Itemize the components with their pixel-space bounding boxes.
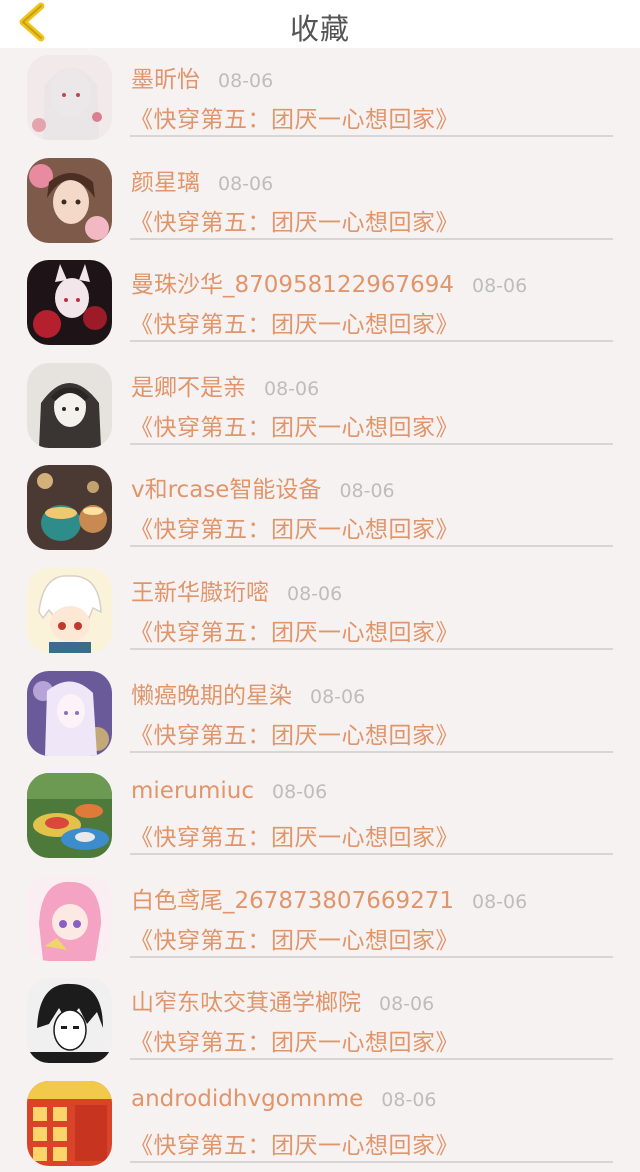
divider [130, 237, 613, 240]
divider [130, 1160, 613, 1163]
list-item[interactable]: 曼珠沙华_870958122967694 08-06 《快穿第五：团厌一心想回家… [0, 253, 640, 356]
favorite-date: 08-06 [472, 890, 528, 913]
book-title[interactable]: 《快穿第五：团厌一心想回家》 [130, 408, 459, 442]
avatar[interactable] [27, 773, 112, 859]
avatar[interactable] [27, 157, 112, 243]
user-name: 曼珠沙华_870958122967694 [131, 272, 454, 299]
favorites-list: 墨昕怡 08-06 《快穿第五：团厌一心想回家》 颜星璃 08-06 《快穿第五… [0, 48, 640, 1172]
user-name: 王新华臌珩嘧 [131, 579, 269, 606]
book-title[interactable]: 《快穿第五：团厌一心想回家》 [130, 716, 459, 750]
list-item[interactable]: 山窄东呔交萁通学榔院 08-06 《快穿第五：团厌一心想回家》 [0, 971, 640, 1074]
list-item[interactable]: 颜星璃 08-06 《快穿第五：团厌一心想回家》 [0, 151, 640, 254]
avatar[interactable] [27, 1080, 112, 1166]
divider [130, 135, 613, 137]
avatar[interactable] [27, 567, 112, 653]
book-title[interactable]: 《快穿第五：团厌一心想回家》 [130, 203, 459, 237]
divider [130, 1058, 613, 1061]
list-item[interactable]: androdidhvgomnme 08-06 《快穿第五：团厌一心想回家》 [0, 1074, 640, 1172]
page-title: 收藏 [289, 12, 350, 46]
avatar[interactable] [27, 670, 112, 756]
favorite-date: 08-06 [272, 781, 328, 804]
book-title[interactable]: 《快穿第五：团厌一心想回家》 [130, 1126, 459, 1160]
book-title[interactable]: 《快穿第五：团厌一心想回家》 [130, 1023, 459, 1057]
list-item[interactable]: 是卿不是亲 08-06 《快穿第五：团厌一心想回家》 [0, 356, 640, 459]
avatar[interactable] [27, 362, 112, 448]
divider [130, 545, 613, 548]
user-name: 墨昕怡 [131, 67, 200, 93]
user-name: 颜星璃 [131, 169, 200, 196]
divider [130, 750, 613, 753]
divider [130, 442, 613, 445]
user-name: 是卿不是亲 [131, 374, 246, 401]
favorite-date: 08-06 [218, 172, 274, 195]
list-item[interactable]: 王新华臌珩嘧 08-06 《快穿第五：团厌一心想回家》 [0, 561, 640, 664]
favorite-date: 08-06 [472, 275, 528, 298]
favorite-date: 08-06 [287, 582, 343, 605]
user-name: 白色鸢尾_267873807669271 [131, 887, 454, 914]
avatar[interactable] [27, 978, 112, 1064]
list-item[interactable]: 墨昕怡 08-06 《快穿第五：团厌一心想回家》 [0, 48, 640, 151]
avatar[interactable] [27, 875, 112, 961]
divider [130, 955, 613, 958]
book-title[interactable]: 《快穿第五：团厌一心想回家》 [130, 100, 459, 134]
book-title[interactable]: 《快穿第五：团厌一心想回家》 [130, 613, 459, 647]
list-item[interactable]: v和rcase智能设备 08-06 《快穿第五：团厌一心想回家》 [0, 458, 640, 561]
favorite-date: 08-06 [339, 480, 395, 503]
divider [130, 853, 613, 856]
book-title[interactable]: 《快穿第五：团厌一心想回家》 [130, 921, 459, 955]
favorite-date: 08-06 [379, 993, 435, 1016]
user-name: mierumiuc [131, 778, 254, 805]
list-item[interactable]: 白色鸢尾_267873807669271 08-06 《快穿第五：团厌一心想回家… [0, 869, 640, 972]
book-title[interactable]: 《快穿第五：团厌一心想回家》 [130, 510, 459, 544]
favorite-date: 08-06 [381, 1088, 437, 1111]
divider [130, 340, 613, 343]
favorite-date: 08-06 [264, 377, 320, 400]
avatar[interactable] [27, 55, 112, 140]
user-name: 山窄东呔交萁通学榔院 [131, 990, 361, 1017]
book-title[interactable]: 《快穿第五：团厌一心想回家》 [130, 818, 459, 852]
favorite-date: 08-06 [310, 685, 366, 708]
user-name: v和rcase智能设备 [131, 477, 322, 504]
avatar[interactable] [27, 260, 112, 346]
favorite-date: 08-06 [218, 70, 274, 92]
book-title[interactable]: 《快穿第五：团厌一心想回家》 [130, 305, 459, 339]
divider [130, 647, 613, 650]
list-item[interactable]: mierumiuc 08-06 《快穿第五：团厌一心想回家》 [0, 766, 640, 869]
avatar[interactable] [27, 465, 112, 551]
top-bar: 收藏 [0, 0, 640, 48]
list-item[interactable]: 懒癌晚期的星染 08-06 《快穿第五：团厌一心想回家》 [0, 664, 640, 767]
user-name: androdidhvgomnme [131, 1085, 364, 1112]
user-name: 懒癌晚期的星染 [131, 682, 292, 709]
